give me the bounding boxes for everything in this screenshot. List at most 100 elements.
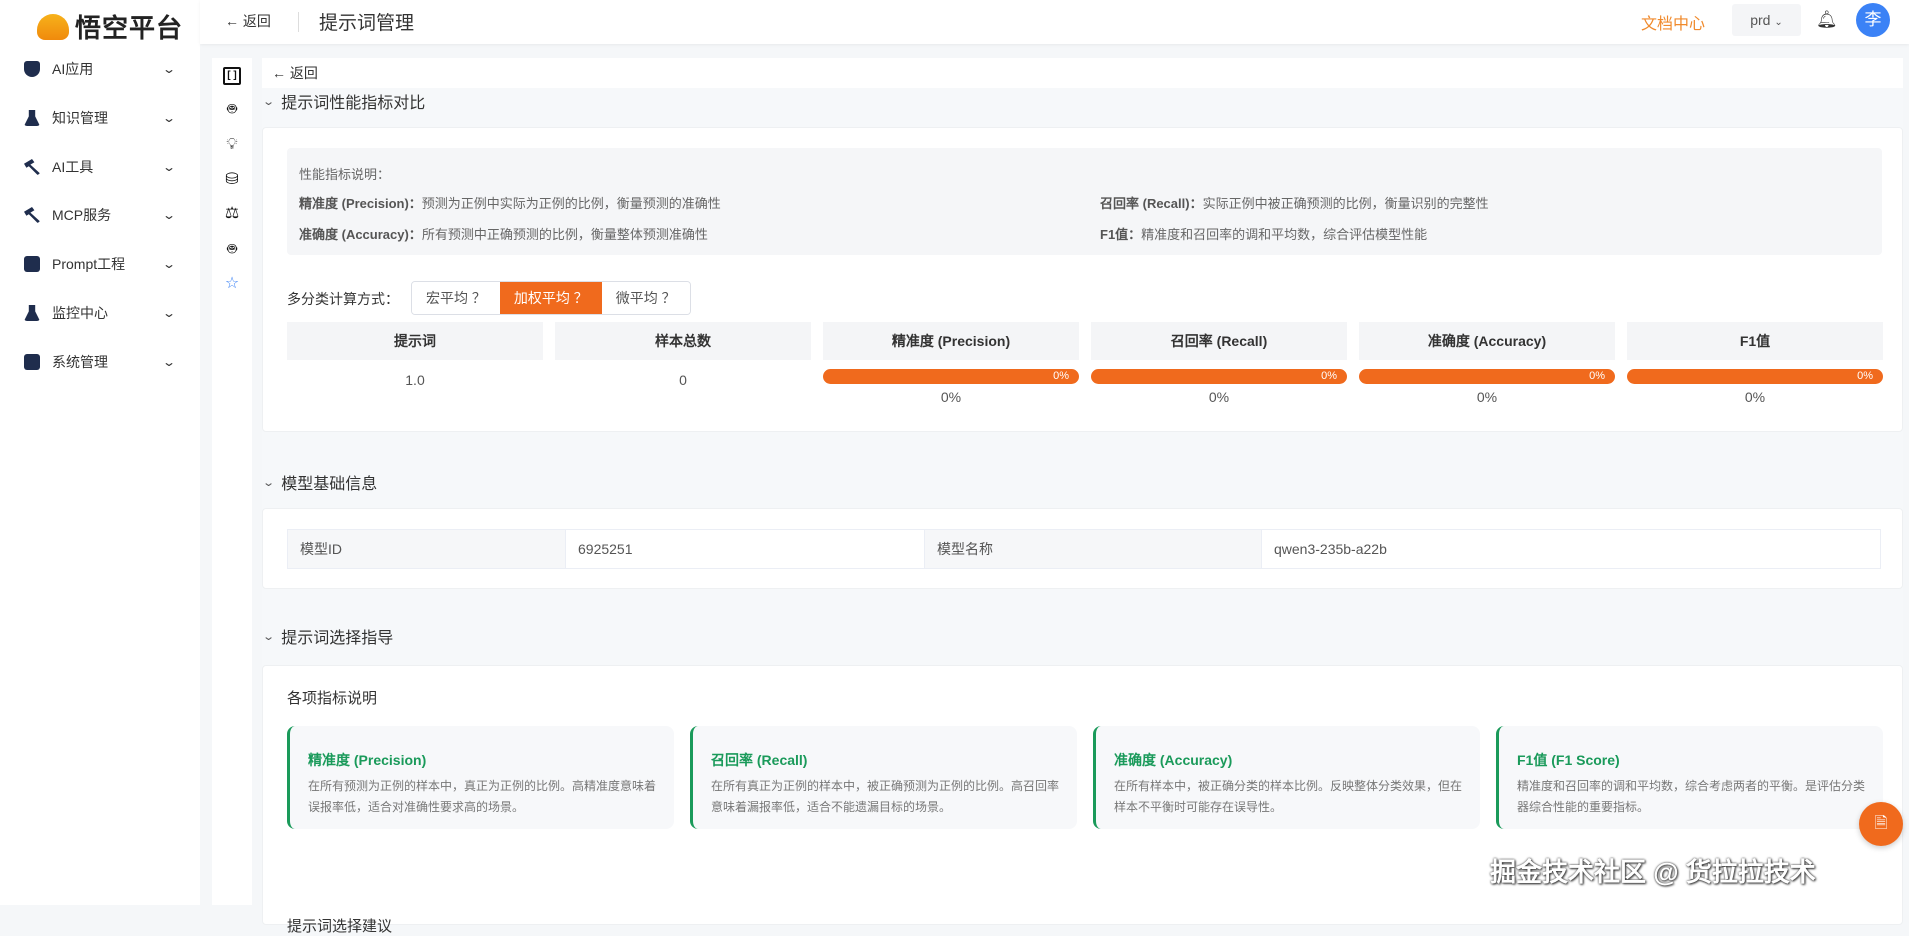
content-panel: ← 返回 ⌄ 提示词性能指标对比 性能指标说明： 精准度 (Precision)：… [262, 58, 1903, 935]
divider [298, 12, 299, 32]
card-title: 召回率 (Recall) [711, 752, 808, 768]
back-label: 返回 [242, 13, 271, 29]
sidebar-item-mcp[interactable]: MCP服务 ⌄ [24, 200, 176, 230]
hammer-icon [24, 159, 40, 175]
recall-bar: 0% [1091, 369, 1347, 384]
col-header-prompt: 提示词 [287, 322, 543, 360]
shield-icon [24, 61, 40, 77]
lightbulb-icon[interactable]: 💡︎ [223, 136, 241, 154]
info-title: 性能指标说明： [299, 167, 391, 182]
card-title: 精准度 (Precision) [308, 752, 427, 768]
desc: 所有预测中正确预测的比例，衡量整体预测准确性 [421, 227, 708, 242]
section-title: 提示词性能指标对比 [281, 95, 426, 112]
model-info-table: 模型ID 6925251 模型名称 qwen3-235b-a22b [287, 529, 1881, 569]
guide-card-f1: F1值 (F1 Score) 精准度和召回率的调和平均数，综合考虑两者的平衡。是评… [1496, 726, 1883, 829]
model-card: 模型ID 6925251 模型名称 qwen3-235b-a22b [262, 508, 1903, 589]
star-icon[interactable]: ☆ [223, 275, 241, 293]
flask-icon [24, 305, 40, 321]
chevron-down-icon: ⌄ [1774, 17, 1783, 28]
robot-icon[interactable]: 🤖︎ [223, 241, 241, 259]
method-macro[interactable]: 宏平均 ？ [412, 282, 500, 314]
f1-value: 0% [1744, 389, 1766, 405]
robot-icon[interactable]: 🤖︎ [223, 101, 241, 119]
avatar[interactable]: 李 [1856, 3, 1890, 37]
briefcase-icon [24, 354, 40, 370]
card-desc: 在所有预测为正例的样本中，真正为正例的比例。高精准度意味着误报率低，适合对准确性… [308, 779, 657, 814]
sidebar-item-ai-apps[interactable]: AI应用 ⌄ [24, 54, 177, 84]
sidebar-item-label: 知识管理 [52, 110, 108, 126]
accuracy-value: 0% [1476, 389, 1498, 405]
col-header-samples: 样本总数 [555, 322, 811, 360]
sidebar-item-ai-tools[interactable]: AI工具 ⌄ [24, 152, 177, 182]
info-recall: 召回率 (Recall)：实际正例中被正确预测的比例，衡量识别的完整性 [1100, 193, 1489, 212]
section-header-guide[interactable]: ⌄ 提示词选择指导 [262, 624, 394, 648]
desc: 精准度和召回率的调和平均数，综合评估模型性能 [1141, 227, 1428, 242]
info-precision: 精准度 (Precision)：预测为正例中实际为正例的比例，衡量预测的准确性 [299, 193, 721, 212]
card-title: F1值 (F1 Score) [1517, 752, 1620, 768]
sidebar-item-label: AI应用 [52, 61, 94, 77]
back-button[interactable]: ← 返回 [225, 11, 271, 31]
database-icon[interactable]: ⛁ [223, 171, 241, 189]
cell-samples: 0 [679, 372, 687, 388]
metric-explain-title: 各项指标说明 [287, 690, 378, 707]
watermark: 掘金技术社区 @ 货拉拉技术 [1490, 857, 1816, 887]
col-header-accuracy: 准确度 (Accuracy) [1359, 322, 1615, 360]
chevron-down-icon: ⌄ [161, 62, 177, 76]
tool-icon-bar: [ ] 🤖︎ 💡︎ ⛁ ⚖︎ 🤖︎ ☆ [212, 58, 252, 905]
chevron-down-icon: ⌄ [161, 160, 177, 174]
content-header [262, 58, 1903, 88]
guide-card-recall: 召回率 (Recall) 在所有真正为正例的样本中，被正确预测为正例的比例。高召回… [690, 726, 1077, 829]
docs-link[interactable]: 文档中心 [1641, 10, 1705, 34]
flask-icon [24, 110, 40, 126]
chevron-down-icon: ⌄ [262, 630, 276, 643]
chevron-down-icon: ⌄ [161, 306, 177, 320]
method-label: 多分类计算方式： [287, 291, 399, 307]
term: 准确度 (Accuracy)： [299, 227, 422, 242]
model-name-value: qwen3-235b-a22b [1274, 541, 1387, 557]
sidebar-item-system[interactable]: 系统管理 ⌄ [24, 347, 176, 377]
env-select[interactable]: prd ⌄ [1732, 4, 1801, 36]
page-title: 提示词管理 [319, 13, 415, 34]
method-weighted[interactable]: 加权平均 ？ [499, 282, 602, 314]
precision-value: 0% [940, 389, 962, 405]
card-desc: 在所有真正为正例的样本中，被正确预测为正例的比例。高召回率意味着漏报率低，适合不… [711, 779, 1060, 814]
brackets-icon[interactable]: [ ] [223, 67, 241, 85]
chevron-down-icon: ⌄ [161, 111, 177, 125]
cell-prompt: 1.0 [405, 372, 425, 388]
guide-card-precision: 精准度 (Precision) 在所有预测为正例的样本中，真正为正例的比例。高精准… [287, 726, 674, 829]
back-label: 返回 [289, 65, 318, 81]
col-header-precision: 精准度 (Precision) [823, 322, 1079, 360]
section-header-perf[interactable]: ⌄ 提示词性能指标对比 [262, 89, 426, 113]
section-title: 提示词选择指导 [281, 630, 394, 647]
guide-card-accuracy: 准确度 (Accuracy) 在所有样本中，被正确分类的样本比例。反映整体分类效果… [1093, 726, 1480, 829]
method-segmented-control: 宏平均 ？ 加权平均 ？ 微平均 ？ [411, 281, 691, 315]
card-desc: 精准度和召回率的调和平均数，综合考虑两者的平衡。是评估分类器综合性能的重要指标。 [1517, 779, 1866, 814]
term: 精准度 (Precision)： [299, 196, 422, 211]
accuracy-bar: 0% [1359, 369, 1615, 384]
content-back-button[interactable]: ← 返回 [272, 63, 318, 83]
logo[interactable]: 悟空平台 [37, 8, 183, 45]
section-header-model[interactable]: ⌄ 模型基础信息 [262, 470, 377, 494]
hammer-icon [24, 207, 40, 223]
metric-info-box: 性能指标说明： 精准度 (Precision)：预测为正例中实际为正例的比例，衡… [287, 148, 1882, 255]
sidebar-item-monitor[interactable]: 监控中心 ⌄ [24, 298, 177, 328]
info-accuracy: 准确度 (Accuracy)：所有预测中正确预测的比例，衡量整体预测准确性 [299, 224, 708, 243]
col-header-f1: F1值 [1627, 322, 1883, 360]
suggestion-title: 提示词选择建议 [287, 918, 393, 935]
recall-value: 0% [1208, 389, 1230, 405]
bell-icon[interactable]: 🔔︎ [1816, 10, 1838, 30]
col-header-recall: 召回率 (Recall) [1091, 322, 1347, 360]
document-fab-button[interactable]: 🗎 [1859, 802, 1903, 846]
sidebar-item-label: 监控中心 [52, 305, 108, 321]
card-title: 准确度 (Accuracy) [1114, 752, 1233, 768]
term: F1值： [1100, 227, 1142, 242]
method-micro[interactable]: 微平均 ？ [601, 282, 690, 314]
sidebar-item-label: AI工具 [52, 159, 94, 175]
gavel-icon[interactable]: ⚖︎ [223, 205, 241, 223]
model-name-label: 模型名称 [925, 530, 1262, 568]
sidebar-item-knowledge[interactable]: 知识管理 ⌄ [24, 103, 177, 133]
sidebar-item-prompt[interactable]: Prompt工程 ⌄ [24, 249, 176, 279]
f1-bar: 0% [1627, 369, 1883, 384]
model-id-label: 模型ID [288, 530, 566, 568]
sidebar: 悟空平台 AI应用 ⌄ 知识管理 ⌄ AI工具 ⌄ MCP服务 ⌄ Prompt工程 ⌄ … [0, 0, 200, 905]
